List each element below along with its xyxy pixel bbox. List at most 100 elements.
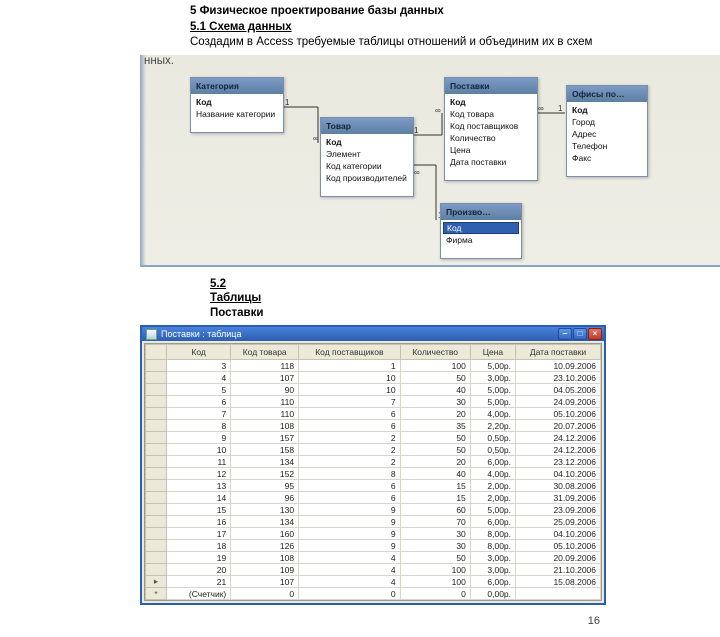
cell[interactable]: 3,00р.	[470, 564, 515, 576]
cell[interactable]: 2,20р.	[470, 420, 515, 432]
cell[interactable]: 20	[400, 456, 470, 468]
table-row[interactable]: 121528404,00р.04.10.2006	[146, 468, 601, 480]
cell[interactable]: 1	[299, 360, 400, 372]
cell[interactable]: 90	[231, 384, 299, 396]
cell[interactable]: 6	[299, 492, 400, 504]
row-selector[interactable]	[146, 516, 167, 528]
cell[interactable]: 23.12.2006	[516, 456, 601, 468]
cell[interactable]: 10.09.2006	[516, 360, 601, 372]
cell[interactable]: 7	[299, 396, 400, 408]
cell[interactable]: 108	[231, 420, 299, 432]
table-proizvod[interactable]: Произво… Код Фирма	[440, 203, 522, 259]
cell[interactable]: 6	[299, 408, 400, 420]
cell[interactable]: 10	[167, 444, 231, 456]
cell[interactable]: 8	[299, 468, 400, 480]
row-selector[interactable]: ▸	[146, 576, 167, 588]
cell[interactable]: 15	[400, 492, 470, 504]
cell[interactable]: 19	[167, 552, 231, 564]
cell[interactable]: 2	[299, 456, 400, 468]
cell[interactable]: 70	[400, 516, 470, 528]
cell[interactable]: 4	[299, 564, 400, 576]
table-row[interactable]: 181269308,00р.05.10.2006	[146, 540, 601, 552]
row-selector[interactable]	[146, 528, 167, 540]
cell[interactable]: 40	[400, 384, 470, 396]
cell[interactable]: 04.10.2006	[516, 468, 601, 480]
cell[interactable]: 24.12.2006	[516, 444, 601, 456]
cell[interactable]: 3,00р.	[470, 552, 515, 564]
cell[interactable]: 21.10.2006	[516, 564, 601, 576]
cell[interactable]: 15	[400, 480, 470, 492]
cell[interactable]: 4	[299, 576, 400, 588]
cell[interactable]: 4	[299, 552, 400, 564]
cell[interactable]: 30.08.2006	[516, 480, 601, 492]
cell[interactable]: 110	[231, 396, 299, 408]
cell[interactable]: 158	[231, 444, 299, 456]
cell[interactable]: 50	[400, 432, 470, 444]
cell[interactable]: 5,00р.	[470, 396, 515, 408]
cell[interactable]: 160	[231, 528, 299, 540]
table-row[interactable]: 13956152,00р.30.08.2006	[146, 480, 601, 492]
table-row[interactable]: 311811005,00р.10.09.2006	[146, 360, 601, 372]
table-row[interactable]: 191084503,00р.20.09.2006	[146, 552, 601, 564]
row-selector[interactable]	[146, 456, 167, 468]
cell[interactable]: 0	[231, 588, 299, 600]
cell[interactable]: 9	[299, 516, 400, 528]
column-header[interactable]: Количество	[400, 345, 470, 360]
cell[interactable]: 100	[400, 576, 470, 588]
cell[interactable]: 23.10.2006	[516, 372, 601, 384]
cell[interactable]: 5	[167, 384, 231, 396]
window-titlebar[interactable]: Поставки : таблица ‒ □ ×	[142, 327, 604, 341]
cell[interactable]: 7	[167, 408, 231, 420]
column-header[interactable]: Код товара	[231, 345, 299, 360]
cell[interactable]: 50	[400, 444, 470, 456]
new-row[interactable]: *(Счетчик)0000,00р.	[146, 588, 601, 600]
cell[interactable]: 31.09.2006	[516, 492, 601, 504]
row-selector[interactable]	[146, 468, 167, 480]
table-postavki[interactable]: Поставки Код Код товара Код поставщиков …	[444, 77, 538, 181]
cell[interactable]: 30	[400, 396, 470, 408]
table-row[interactable]: 2010941003,00р.21.10.2006	[146, 564, 601, 576]
cell[interactable]: 3,00р.	[470, 372, 515, 384]
cell[interactable]: 35	[400, 420, 470, 432]
column-header[interactable]: Цена	[470, 345, 515, 360]
row-selector[interactable]	[146, 384, 167, 396]
cell[interactable]: 60	[400, 504, 470, 516]
cell[interactable]: 30	[400, 528, 470, 540]
row-selector[interactable]	[146, 444, 167, 456]
cell[interactable]: 0,00р.	[470, 588, 515, 600]
cell[interactable]: 20	[400, 408, 470, 420]
cell[interactable]: 12	[167, 468, 231, 480]
cell[interactable]: 6	[299, 480, 400, 492]
cell[interactable]: 6	[167, 396, 231, 408]
cell[interactable]	[516, 588, 601, 600]
cell[interactable]: 118	[231, 360, 299, 372]
table-row[interactable]: 101582500,50р.24.12.2006	[146, 444, 601, 456]
cell[interactable]: 126	[231, 540, 299, 552]
cell[interactable]: 6,00р.	[470, 516, 515, 528]
cell[interactable]: 100	[400, 564, 470, 576]
cell[interactable]: 8,00р.	[470, 528, 515, 540]
table-row[interactable]: 14966152,00р.31.09.2006	[146, 492, 601, 504]
cell[interactable]: 0	[400, 588, 470, 600]
row-selector[interactable]: *	[146, 588, 167, 600]
cell[interactable]: 6,00р.	[470, 576, 515, 588]
cell[interactable]: 4	[167, 372, 231, 384]
cell[interactable]: 6,00р.	[470, 456, 515, 468]
cell[interactable]: 107	[231, 372, 299, 384]
table-row[interactable]: 111342206,00р.23.12.2006	[146, 456, 601, 468]
cell[interactable]: 4,00р.	[470, 468, 515, 480]
table-ofisy[interactable]: Офисы по… Код Город Адрес Телефон Факс	[566, 85, 648, 177]
row-selector[interactable]	[146, 372, 167, 384]
close-button[interactable]: ×	[588, 328, 602, 340]
cell[interactable]: 157	[231, 432, 299, 444]
maximize-button[interactable]: □	[573, 328, 587, 340]
cell[interactable]: 5,00р.	[470, 384, 515, 396]
cell[interactable]: 95	[231, 480, 299, 492]
row-selector[interactable]	[146, 480, 167, 492]
cell[interactable]: 24.12.2006	[516, 432, 601, 444]
table-row[interactable]: 91572500,50р.24.12.2006	[146, 432, 601, 444]
cell[interactable]: 05.10.2006	[516, 540, 601, 552]
table-row[interactable]: 151309605,00р.23.09.2006	[146, 504, 601, 516]
cell[interactable]: 04.05.2006	[516, 384, 601, 396]
cell[interactable]: 50	[400, 372, 470, 384]
